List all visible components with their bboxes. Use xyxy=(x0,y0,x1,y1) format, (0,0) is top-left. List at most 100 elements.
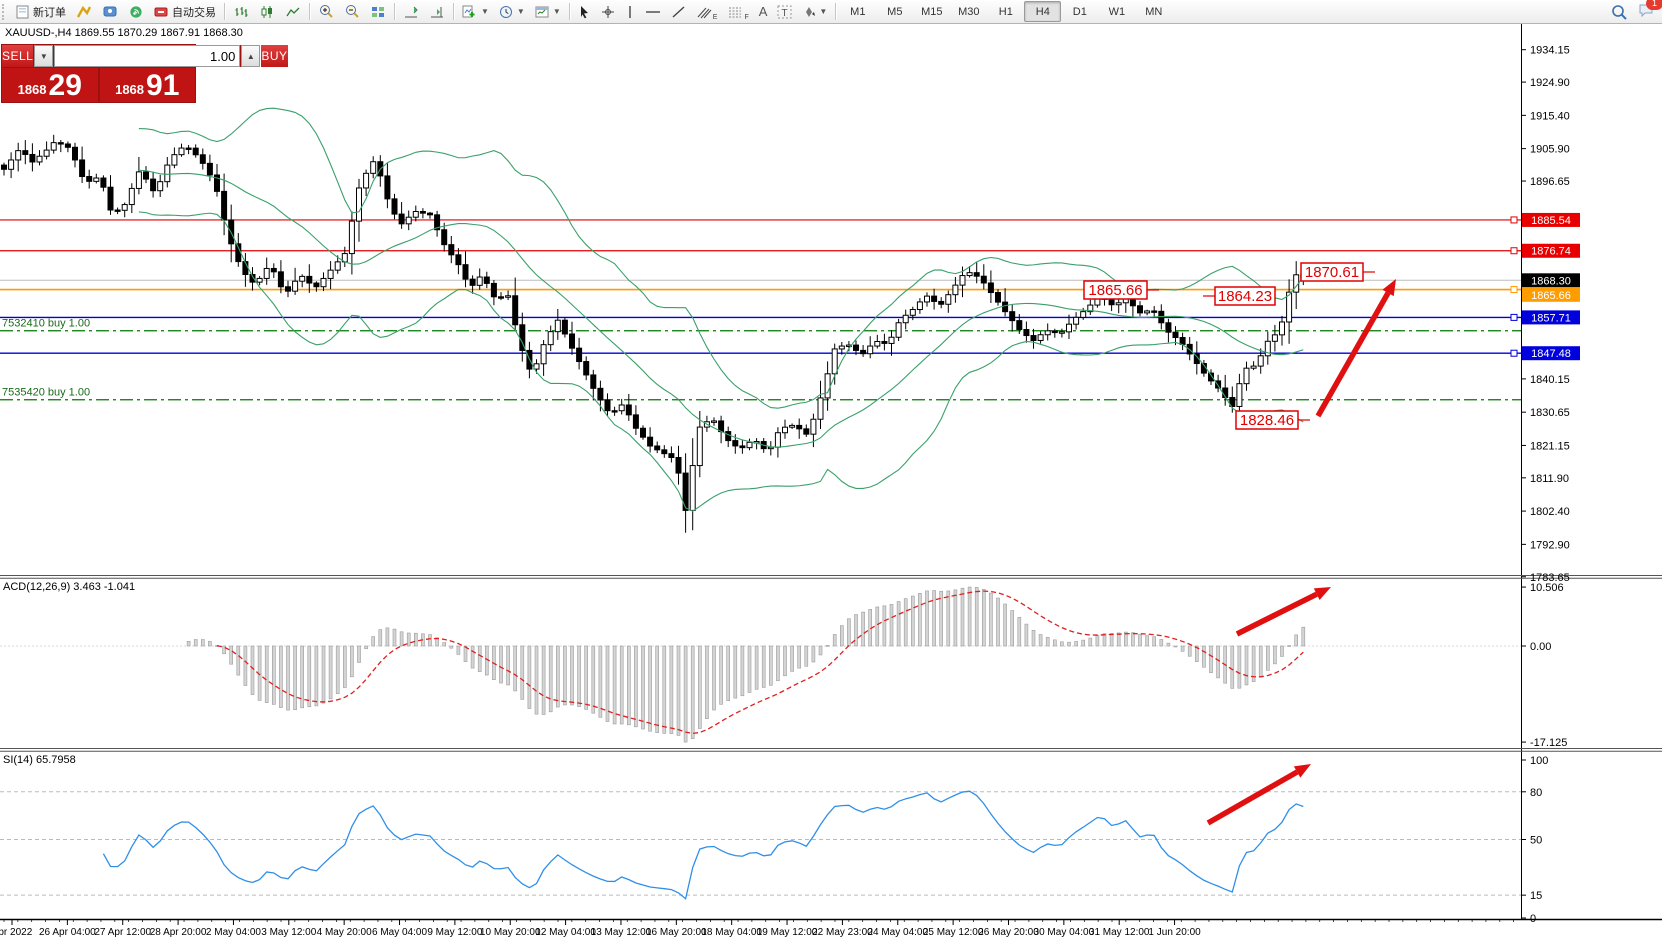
line-anchor-marker[interactable] xyxy=(1511,314,1517,320)
toolbar-separator xyxy=(835,3,836,20)
svg-text:0.00: 0.00 xyxy=(1530,641,1551,653)
new-order-button[interactable]: 新订单 xyxy=(11,1,71,22)
toolbar-separator xyxy=(224,3,225,20)
text-tool-button[interactable]: A xyxy=(754,1,773,22)
trendline-tool-button[interactable] xyxy=(666,1,691,22)
time-axis-label: 9 May 12:00 xyxy=(427,927,482,938)
time-axis-label: 28 Apr 20:00 xyxy=(150,927,207,938)
line-anchor-marker[interactable] xyxy=(1511,287,1517,293)
volume-decrease-button[interactable]: ▼ xyxy=(34,45,53,67)
autotrading-button[interactable]: 自动交易 xyxy=(149,1,221,22)
sell-price-small: 1868 xyxy=(18,79,47,101)
svg-text:1934.15: 1934.15 xyxy=(1530,45,1570,57)
crosshair-tool-button[interactable] xyxy=(596,1,620,22)
autotrading-label: 自动交易 xyxy=(172,4,216,20)
zoom-in-button[interactable] xyxy=(313,1,339,22)
tile-windows-button[interactable] xyxy=(365,1,391,22)
toolbar-separator xyxy=(569,3,570,20)
line-anchor-marker[interactable] xyxy=(1511,217,1517,223)
channel-tag: E xyxy=(713,14,718,21)
volume-stepper: ▼ ▲ xyxy=(34,45,260,67)
buy-button[interactable]: BUY xyxy=(261,45,287,67)
candles-chart-button[interactable] xyxy=(254,1,280,22)
chevron-down-icon: ▼ xyxy=(517,7,525,16)
fibonacci-tool-button[interactable]: F xyxy=(722,1,753,22)
price-callout[interactable]: 1865.66 xyxy=(1084,281,1159,299)
one-click-trading-panel: SELL ▼ ▲ BUY 1868 29 1868 91 xyxy=(1,44,196,103)
vertical-line-tool-button[interactable] xyxy=(620,1,640,22)
timeframe-m30[interactable]: M30 xyxy=(950,1,987,22)
cursor-tool-button[interactable] xyxy=(573,1,596,22)
svg-text:1811.90: 1811.90 xyxy=(1530,473,1569,485)
volume-increase-button[interactable]: ▲ xyxy=(241,45,260,67)
zoom-out-button[interactable] xyxy=(339,1,365,22)
horizontal-line-tool-button[interactable] xyxy=(640,1,666,22)
svg-text:1865.66: 1865.66 xyxy=(1088,282,1142,299)
community-button[interactable] xyxy=(97,1,123,22)
horizontal-line-icon xyxy=(645,5,661,19)
shapes-icon xyxy=(802,5,816,19)
line-anchor-marker[interactable] xyxy=(1511,350,1517,356)
timeframe-m5[interactable]: M5 xyxy=(876,1,913,22)
timeframe-w1[interactable]: W1 xyxy=(1098,1,1135,22)
new-order-label: 新订单 xyxy=(33,4,66,20)
periods-button[interactable]: ▼ xyxy=(494,1,530,22)
chart-title: XAUUSD-,H4 1869.55 1870.29 1867.91 1868.… xyxy=(5,27,243,39)
svg-text:1792.90: 1792.90 xyxy=(1530,539,1570,551)
autotrading-icon xyxy=(154,5,169,19)
svg-text:T: T xyxy=(782,8,788,19)
clock-icon xyxy=(499,5,514,19)
timeframe-h4[interactable]: H4 xyxy=(1024,1,1061,22)
timeframe-d1[interactable]: D1 xyxy=(1061,1,1098,22)
auto-scroll-button[interactable] xyxy=(398,1,424,22)
channel-icon xyxy=(696,5,712,19)
buy-price-display[interactable]: 1868 91 xyxy=(100,68,196,102)
time-axis-label: Apr 2022 xyxy=(0,927,33,938)
line-chart-button[interactable] xyxy=(280,1,306,22)
timeframe-bar: M1M5M15M30H1H4D1W1MN xyxy=(839,1,1172,22)
trendline-icon xyxy=(671,5,686,19)
time-axis-label: 4 May 20:00 xyxy=(317,927,372,938)
line-anchor-marker[interactable] xyxy=(1511,248,1517,254)
svg-text:1885.54: 1885.54 xyxy=(1531,215,1571,227)
candles-chart-icon xyxy=(259,5,275,19)
templates-icon xyxy=(535,5,550,19)
time-axis-label: 16 May 20:00 xyxy=(646,927,707,938)
svg-text:1876.74: 1876.74 xyxy=(1531,246,1571,258)
chevron-down-icon: ▼ xyxy=(553,7,561,16)
timeframe-m15[interactable]: M15 xyxy=(913,1,950,22)
market-watch-button[interactable] xyxy=(71,1,97,22)
volume-input[interactable] xyxy=(54,45,240,67)
buy-price-small: 1868 xyxy=(115,79,144,101)
label-tool-button[interactable]: T xyxy=(772,1,797,22)
templates-button[interactable]: ▼ xyxy=(530,1,566,22)
svg-text:50: 50 xyxy=(1530,835,1542,847)
time-axis-label: 13 May 12:00 xyxy=(591,927,652,938)
notifications-button[interactable]: 1 xyxy=(1638,3,1654,21)
time-axis-label: 18 May 04:00 xyxy=(701,927,762,938)
chart-canvas[interactable]: 1934.151924.901915.401905.901896.651840.… xyxy=(0,0,1662,939)
timeframe-h1[interactable]: H1 xyxy=(987,1,1024,22)
svg-text:1864.23: 1864.23 xyxy=(1218,288,1272,305)
bar-chart-icon xyxy=(233,5,249,19)
equidistant-channel-tool-button[interactable]: E xyxy=(691,1,723,22)
search-icon[interactable] xyxy=(1611,4,1628,20)
timeframe-mn[interactable]: MN xyxy=(1135,1,1172,22)
time-axis-label: 12 May 04:00 xyxy=(535,927,596,938)
toolbar-right: 1 xyxy=(1611,3,1662,21)
toolbar-grip[interactable] xyxy=(2,4,9,20)
shapes-tool-button[interactable]: ▼ xyxy=(797,1,832,22)
toolbar-separator xyxy=(453,3,454,20)
bar-chart-button[interactable] xyxy=(228,1,254,22)
chevron-down-icon: ▼ xyxy=(481,7,489,16)
sell-price-display[interactable]: 1868 29 xyxy=(2,68,98,102)
chart-shift-button[interactable] xyxy=(424,1,450,22)
indicators-button[interactable]: ▼ xyxy=(457,1,494,22)
tile-windows-icon xyxy=(370,5,386,19)
signals-icon xyxy=(128,5,144,19)
market-watch-icon xyxy=(76,5,92,19)
timeframe-m1[interactable]: M1 xyxy=(839,1,876,22)
sell-button[interactable]: SELL xyxy=(2,45,33,67)
signals-button[interactable] xyxy=(123,1,149,22)
toolbar-separator xyxy=(309,3,310,20)
